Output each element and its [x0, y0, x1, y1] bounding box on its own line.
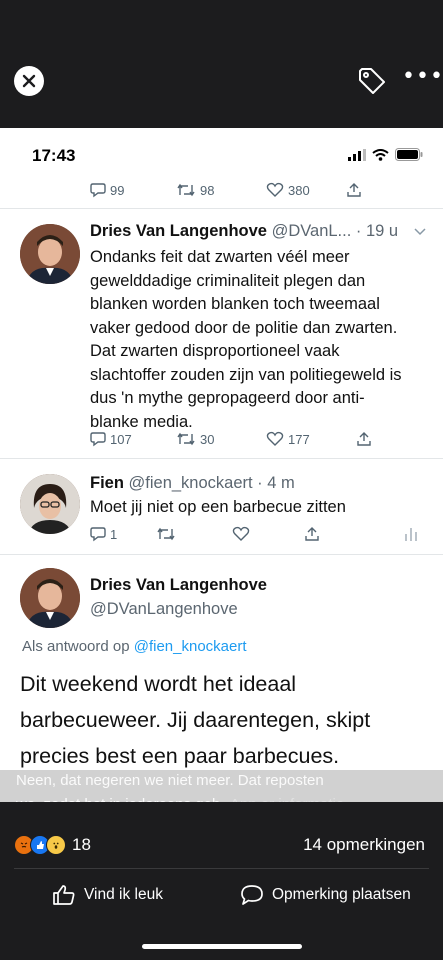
like-count: 380: [288, 182, 310, 198]
tweet-author: Fien @fien_knockaert · 4 m: [90, 474, 295, 493]
tweet-actions: 99 98 380: [90, 182, 362, 198]
author-name: Dries Van Langenhove: [90, 222, 267, 240]
like-action[interactable]: 380: [266, 182, 346, 198]
close-icon: [22, 74, 36, 88]
reply-icon: [90, 432, 106, 447]
reply-action[interactable]: 99: [90, 182, 176, 198]
retweet-count: 30: [200, 431, 215, 447]
post-caption-line: Neen, dat negeren we niet meer. Dat repo…: [16, 772, 324, 789]
reply-context: Als antwoord op @fien_knockaert: [22, 638, 247, 655]
reply-count: 99: [110, 182, 125, 198]
tweet-body: Dit weekend wordt het ideaal barbecuewee…: [20, 672, 371, 768]
share-icon: [357, 432, 371, 446]
like-action[interactable]: [232, 526, 304, 542]
thumbs-up-icon: [53, 885, 75, 905]
reply-count: 1: [110, 526, 118, 542]
like-action[interactable]: 177: [266, 431, 356, 447]
tweet-author: Dries Van Langenhove @DVanL... · 19 u: [90, 222, 398, 241]
shared-screenshot: 17:43 99 98 380 Dries Van Langenhove @DV…: [0, 128, 443, 802]
wifi-icon: [372, 148, 389, 161]
share-action[interactable]: [304, 526, 404, 542]
reply-action[interactable]: 1: [90, 526, 156, 542]
author-handle: @DVanL...: [271, 222, 352, 240]
reply-count: 107: [110, 431, 132, 447]
tag-icon: [359, 68, 385, 94]
chevron-down-icon[interactable]: [414, 228, 426, 236]
share-action[interactable]: [356, 431, 372, 447]
author-name: Dries Van Langenhove: [90, 576, 267, 594]
analytics-icon: [405, 528, 417, 541]
tag-button[interactable]: [356, 65, 388, 97]
reactions-summary[interactable]: 18: [14, 835, 91, 855]
retweet-action[interactable]: 30: [176, 431, 266, 447]
comments-count[interactable]: 14 opmerkingen: [303, 835, 425, 855]
avatar: [20, 474, 80, 534]
comment-button-label: Opmerking plaatsen: [272, 886, 411, 903]
heart-icon: [266, 431, 284, 446]
speech-bubble-icon: [241, 885, 263, 905]
share-action[interactable]: [346, 182, 362, 198]
signal-icon: [348, 148, 366, 161]
analytics-action[interactable]: [404, 526, 418, 542]
retweet-icon: [177, 183, 195, 197]
post-footer: [0, 802, 443, 960]
phone-status-bar: 17:43: [0, 128, 443, 178]
viewer-top-bar: •••: [0, 0, 443, 128]
avatar: [20, 224, 80, 284]
share-icon: [347, 183, 361, 197]
retweet-action[interactable]: 98: [176, 182, 266, 198]
heart-icon: [232, 526, 250, 541]
close-button[interactable]: [14, 66, 44, 96]
reply-action[interactable]: 107: [90, 431, 176, 447]
wow-reaction-icon: [46, 835, 66, 855]
reply-icon: [90, 183, 106, 198]
tweet-body: Moet jij niet op een barbecue zitten: [90, 498, 346, 516]
retweet-icon: [177, 432, 195, 446]
home-indicator: [142, 944, 302, 949]
share-icon: [305, 527, 319, 541]
heart-icon: [266, 182, 284, 197]
tweet-time: · 19 u: [355, 222, 399, 240]
tweet-actions: 107 30 177: [90, 431, 372, 447]
tweet-body: Ondanks feit dat zwarten véél meer gewel…: [90, 248, 402, 431]
divider: [14, 868, 429, 869]
more-options-button[interactable]: •••: [402, 66, 443, 90]
battery-icon: [395, 148, 423, 161]
reply-icon: [90, 527, 106, 542]
retweet-count: 98: [200, 182, 215, 198]
status-time: 17:43: [32, 146, 76, 165]
retweet-action[interactable]: [156, 526, 232, 542]
retweet-icon: [157, 527, 175, 541]
tweet-actions: 1: [90, 526, 418, 542]
author-handle: @DVanLangenhove: [90, 600, 238, 618]
comment-button[interactable]: Opmerking plaatsen: [240, 884, 411, 906]
author-handle: @fien_knockaert · 4 m: [128, 474, 295, 492]
like-button-label: Vind ik leuk: [84, 886, 163, 903]
like-count: 177: [288, 431, 310, 447]
mention-link[interactable]: @fien_knockaert: [134, 638, 247, 655]
like-button[interactable]: Vind ik leuk: [52, 884, 163, 906]
author-name: Fien: [90, 474, 124, 492]
avatar: [20, 568, 80, 628]
reaction-count: 18: [72, 835, 91, 854]
